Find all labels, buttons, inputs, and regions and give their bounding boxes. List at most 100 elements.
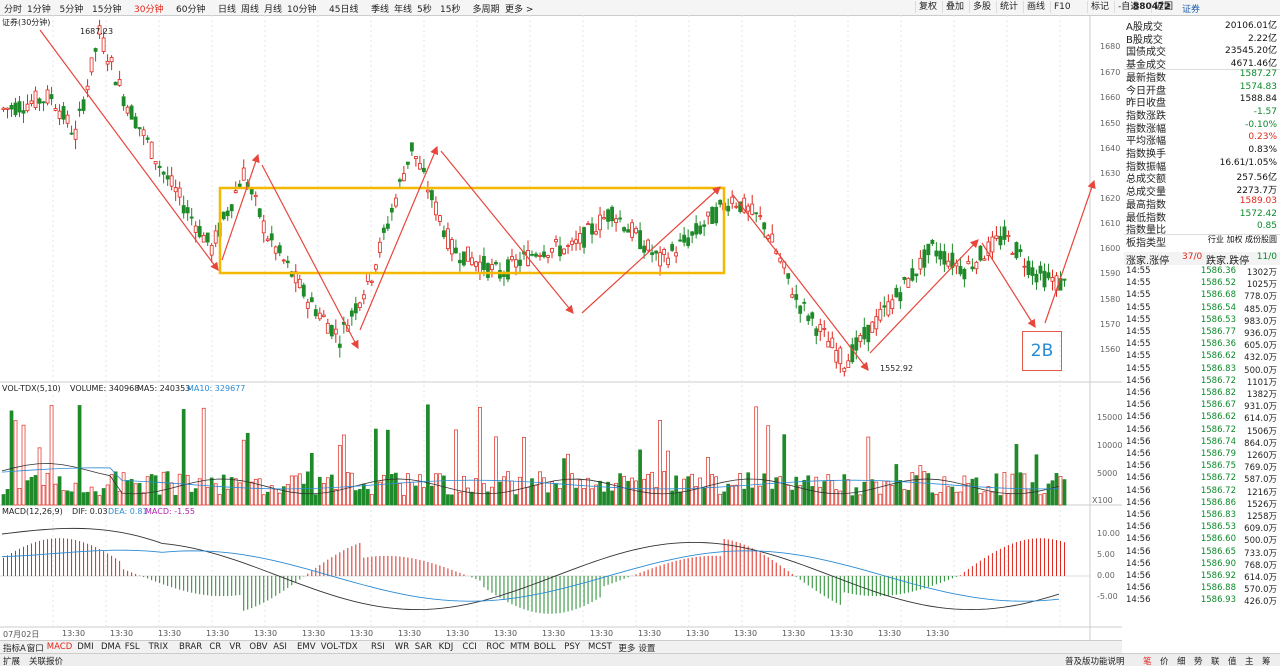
candle-body	[994, 235, 999, 239]
toolbar-button-0[interactable]: 复权	[915, 1, 937, 13]
candle-body	[321, 314, 326, 317]
indicator-tab-16[interactable]: SAR	[415, 642, 432, 652]
indicator-tab-22[interactable]: PSY	[564, 642, 580, 652]
tick-row: 14:56 1586.92 614.0万	[1124, 571, 1280, 583]
period-12[interactable]: 年线	[394, 2, 412, 15]
candle-body	[193, 225, 198, 233]
volume-axis-tick: 5000	[1097, 469, 1118, 478]
toolbar-button-2[interactable]: 多股	[969, 1, 991, 13]
info-value: 1588.84	[1239, 94, 1277, 105]
indicator-tab-19[interactable]: ROC	[486, 642, 505, 652]
indicator-tab-4[interactable]: DMA	[101, 642, 121, 652]
volume-bar	[494, 436, 498, 506]
volume-bar	[69, 491, 74, 506]
period-13[interactable]: 5秒	[417, 2, 432, 15]
status-left-1[interactable]: 关联报价	[29, 655, 63, 667]
period-9[interactable]: 10分钟	[287, 2, 316, 15]
volume-bar	[870, 479, 875, 506]
status-right-2[interactable]: 价	[1160, 655, 1169, 667]
indicator-tab-10[interactable]: OBV	[249, 642, 267, 652]
tick-volume: 1526万	[1246, 499, 1277, 510]
volume-bar	[205, 486, 210, 506]
period-1[interactable]: 1分钟	[27, 2, 51, 15]
indicator-tab-6[interactable]: TRIX	[149, 642, 168, 652]
tick-volume: 587.0万	[1244, 475, 1277, 486]
indicator-tab-2[interactable]: MACD	[47, 642, 72, 652]
candle-body	[926, 243, 931, 256]
toolbar-button-4[interactable]: 画线	[1023, 1, 1045, 13]
time-axis-tick: 13:30	[638, 629, 662, 638]
time-axis-tick: 13:30	[590, 629, 614, 638]
indicator-tab-7[interactable]: BRAR	[179, 642, 202, 652]
status-right-0[interactable]: 普及版功能说明	[1065, 655, 1125, 667]
period-3[interactable]: 15分钟	[92, 2, 121, 15]
candle-body	[1002, 226, 1007, 240]
period-7[interactable]: 周线	[241, 2, 259, 15]
indicator-tab-14[interactable]: RSI	[371, 642, 385, 652]
volume-bar	[137, 483, 142, 506]
period-15[interactable]: 多周期	[473, 2, 500, 15]
toolbar-button-6[interactable]: 标记	[1087, 1, 1109, 13]
indicator-tab-15[interactable]: WR	[395, 642, 409, 652]
toolbar-button-1[interactable]: 叠加	[942, 1, 964, 13]
status-right-4[interactable]: 势	[1194, 655, 1203, 667]
indicator-tab-3[interactable]: DMI	[77, 642, 93, 652]
indicator-tab-23[interactable]: MCST	[588, 642, 612, 652]
tick-volume: 485.0万	[1244, 304, 1277, 315]
period-0[interactable]: 分时	[4, 2, 22, 15]
indicator-tab-18[interactable]: CCI	[462, 642, 476, 652]
indicator-tab-12[interactable]: EMV	[297, 642, 316, 652]
indicator-tab-8[interactable]: CR	[209, 642, 221, 652]
period-10[interactable]: 45日线	[329, 2, 358, 15]
volume-bar	[77, 405, 82, 506]
volume-bar	[598, 480, 602, 506]
volume-bar	[197, 478, 202, 506]
status-right-7[interactable]: 主	[1245, 655, 1254, 667]
indicator-tab-13[interactable]: VOL-TDX	[321, 642, 358, 652]
volume-bar	[430, 485, 434, 506]
tick-time: 14:56	[1126, 461, 1151, 472]
volume-bar	[566, 453, 570, 506]
candle-body	[5, 107, 10, 110]
status-right-3[interactable]: 细	[1177, 655, 1186, 667]
period-2[interactable]: 5分钟	[60, 2, 84, 15]
toolbar-button-5[interactable]: F10	[1050, 1, 1071, 13]
indicator-tab-11[interactable]: ASI	[273, 642, 287, 652]
period-14[interactable]: 15秒	[440, 2, 460, 15]
candle-body	[153, 161, 158, 165]
tick-volume: 605.0万	[1244, 341, 1277, 352]
status-left-0[interactable]: 扩展	[3, 655, 20, 667]
candle-body	[826, 340, 831, 348]
indicator-tab-5[interactable]: FSL	[125, 642, 140, 652]
chart-area[interactable]	[0, 15, 1122, 640]
candle-body	[550, 248, 554, 253]
period-11[interactable]: 季线	[371, 2, 389, 15]
status-right-1[interactable]: 笔	[1143, 655, 1152, 667]
period-16[interactable]: 更多 >	[505, 2, 533, 15]
volume-bar	[830, 480, 835, 506]
status-right-6[interactable]: 值	[1228, 655, 1237, 667]
tick-time: 14:56	[1126, 571, 1151, 581]
info-value: 20106.01亿	[1225, 21, 1277, 31]
info-row: 最新指数 1587.27	[1124, 69, 1280, 84]
candle-body	[626, 229, 630, 233]
period-5[interactable]: 60分钟	[176, 2, 205, 15]
period-6[interactable]: 日线	[218, 2, 236, 15]
indicator-tab-20[interactable]: MTM	[510, 642, 530, 652]
stock-name[interactable]: 证券	[1182, 2, 1200, 15]
toolbar-button-3[interactable]: 统计	[996, 1, 1018, 13]
status-right-5[interactable]: 联	[1211, 655, 1220, 667]
indicator-tab-9[interactable]: VR	[229, 642, 241, 652]
indicator-tab-17[interactable]: KDJ	[439, 642, 454, 652]
volume-bar	[986, 486, 991, 506]
volume-bar	[770, 488, 775, 506]
period-8[interactable]: 月线	[264, 2, 282, 15]
volume-bar	[241, 439, 246, 506]
volume-bar	[782, 434, 787, 506]
tick-volume: 733.0万	[1244, 548, 1277, 559]
tick-row: 14:56 1586.72 1506万	[1124, 425, 1280, 437]
status-right-8[interactable]: 筹	[1262, 655, 1271, 667]
period-4[interactable]: 30分钟	[134, 2, 163, 15]
indicator-tab-21[interactable]: BOLL	[534, 642, 556, 652]
candle-body	[990, 236, 995, 253]
